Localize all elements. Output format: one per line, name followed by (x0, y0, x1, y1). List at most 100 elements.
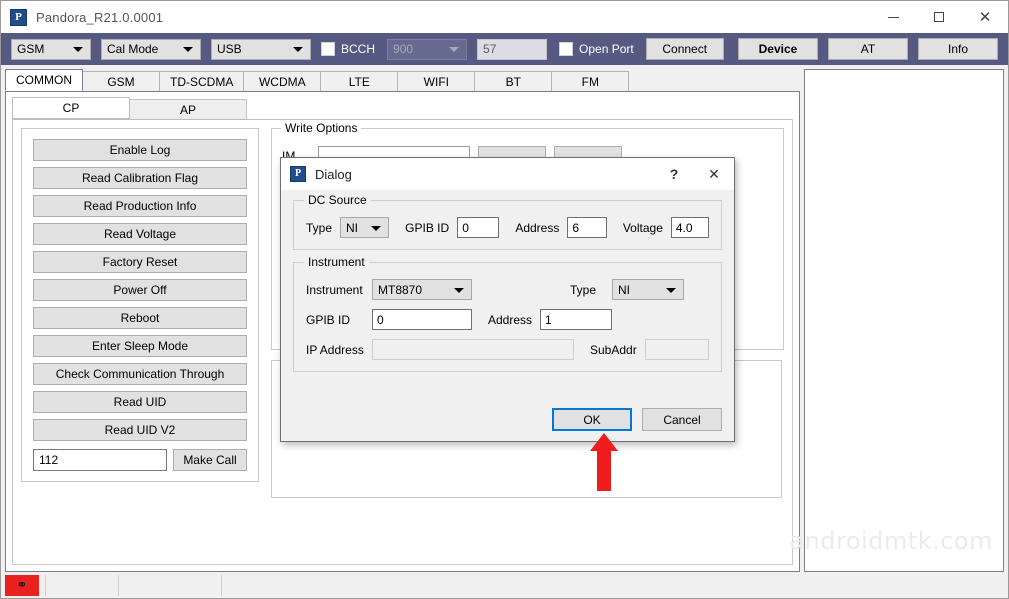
watermark: androidmtk.com (789, 527, 993, 555)
open-port-checkbox[interactable]: Open Port (559, 42, 634, 56)
ok-button[interactable]: OK (552, 408, 632, 431)
write-options-title: Write Options (281, 121, 361, 135)
tab-cp[interactable]: CP (12, 97, 130, 119)
instrument-subaddr-label: SubAddr (590, 343, 637, 357)
dc-source-fieldset: DC Source Type NI GPIB ID 0 Address 6 Vo… (293, 200, 722, 250)
instrument-type-combo[interactable]: NI (612, 279, 684, 300)
close-button[interactable]: ✕ (962, 1, 1008, 33)
toolbar-right-group: Device AT Info (738, 38, 998, 60)
dc-type-combo[interactable]: NI (340, 217, 389, 238)
tab-ap[interactable]: AP (129, 99, 247, 119)
dialog-title-buttons: ? ✕ (654, 158, 734, 190)
instrument-address-label: Address (488, 313, 532, 327)
window-controls: ✕ (870, 1, 1008, 33)
title-bar: P Pandora_R21.0.0001 ✕ (1, 1, 1008, 33)
enter-sleep-mode-button[interactable]: Enter Sleep Mode (33, 335, 247, 357)
dc-source-content: Type NI GPIB ID 0 Address 6 Voltage 4.0 (294, 201, 721, 249)
dialog-app-icon: P (290, 166, 306, 182)
channel-input[interactable]: 57 (477, 39, 547, 60)
channel-value: 57 (483, 42, 496, 56)
instrument-ip-label: IP Address (306, 343, 364, 357)
instrument-content: Instrument MT8870 Type NI GPIB ID (294, 263, 721, 371)
dc-type-value: NI (346, 221, 358, 235)
chevron-down-icon (293, 47, 303, 52)
maximize-icon (934, 12, 944, 22)
dialog-title: Dialog (315, 167, 352, 182)
bcch-label: BCCH (341, 42, 375, 56)
window-title: Pandora_R21.0.0001 (36, 10, 163, 25)
log-panel[interactable]: androidmtk.com (804, 69, 1004, 572)
instrument-ip-row: IP Address SubAddr (306, 339, 709, 360)
command-button-group: Enable Log Read Calibration Flag Read Pr… (21, 128, 259, 482)
tab-common[interactable]: COMMON (5, 69, 83, 91)
dc-voltage-input[interactable]: 4.0 (671, 217, 709, 238)
chevron-down-icon (371, 226, 381, 231)
sub-tabstrip: CP AP (12, 97, 793, 119)
at-button[interactable]: AT (828, 38, 908, 60)
dialog-button-row: OK Cancel (552, 408, 722, 431)
instrument-type-label: Type (570, 283, 596, 297)
bcch-checkbox[interactable]: BCCH (321, 42, 375, 56)
instrument-ip-input[interactable] (372, 339, 574, 360)
tab-lte[interactable]: LTE (320, 71, 398, 91)
app-icon: P (10, 9, 27, 26)
dialog-title-bar: P Dialog ? ✕ (281, 158, 734, 190)
tab-wifi[interactable]: WIFI (397, 71, 475, 91)
tab-bt[interactable]: BT (474, 71, 552, 91)
device-button[interactable]: Device (738, 38, 818, 60)
tab-gsm[interactable]: GSM (82, 71, 160, 91)
status-bar: ⚭ (1, 572, 1008, 598)
make-call-button[interactable]: Make Call (173, 449, 247, 471)
instrument-combo[interactable]: MT8870 (372, 279, 472, 300)
tab-wcdma[interactable]: WCDMA (243, 71, 321, 91)
dc-address-input[interactable]: 6 (567, 217, 606, 238)
port-combo[interactable]: USB (211, 39, 311, 60)
instrument-title: Instrument (304, 255, 369, 269)
instrument-label: Instrument (306, 283, 364, 297)
dialog-help-button[interactable]: ? (654, 158, 694, 190)
tab-td-scdma[interactable]: TD-SCDMA (159, 71, 244, 91)
read-calibration-flag-button[interactable]: Read Calibration Flag (33, 167, 247, 189)
dc-gpib-input[interactable]: 0 (457, 217, 499, 238)
factory-reset-button[interactable]: Factory Reset (33, 251, 247, 273)
call-number-input[interactable]: 112 (33, 449, 167, 471)
reboot-button[interactable]: Reboot (33, 307, 247, 329)
call-row: 112 Make Call (33, 449, 247, 471)
instrument-gpib-row: GPIB ID 0 Address 1 (306, 309, 709, 330)
dc-source-title: DC Source (304, 193, 371, 207)
read-uid-button[interactable]: Read UID (33, 391, 247, 413)
status-separator (118, 575, 119, 596)
read-production-info-button[interactable]: Read Production Info (33, 195, 247, 217)
dc-source-row: Type NI GPIB ID 0 Address 6 Voltage 4.0 (306, 217, 709, 238)
minimize-icon (888, 17, 899, 18)
tab-fm[interactable]: FM (551, 71, 629, 91)
enable-log-button[interactable]: Enable Log (33, 139, 247, 161)
dc-gpib-label: GPIB ID (405, 221, 449, 235)
instrument-fieldset: Instrument Instrument MT8870 Type NI (293, 262, 722, 372)
chevron-down-icon (449, 47, 459, 52)
status-cell-1 (52, 575, 112, 596)
network-type-combo[interactable]: GSM (11, 39, 91, 60)
minimize-button[interactable] (870, 1, 916, 33)
info-button[interactable]: Info (918, 38, 998, 60)
status-separator (221, 575, 222, 596)
dc-voltage-label: Voltage (623, 221, 663, 235)
check-communication-through-button[interactable]: Check Communication Through (33, 363, 247, 385)
read-uid-v2-button[interactable]: Read UID V2 (33, 419, 247, 441)
band-combo: 900 (387, 39, 467, 60)
connect-button[interactable]: Connect (646, 38, 724, 60)
instrument-subaddr-input[interactable] (645, 339, 709, 360)
open-port-label: Open Port (579, 42, 634, 56)
maximize-button[interactable] (916, 1, 962, 33)
cancel-button[interactable]: Cancel (642, 408, 722, 431)
power-off-button[interactable]: Power Off (33, 279, 247, 301)
instrument-type-value: NI (618, 283, 630, 297)
instrument-row: Instrument MT8870 Type NI (306, 279, 709, 300)
read-voltage-button[interactable]: Read Voltage (33, 223, 247, 245)
mode-combo[interactable]: Cal Mode (101, 39, 201, 60)
chevron-down-icon (73, 47, 83, 52)
instrument-dialog: P Dialog ? ✕ DC Source Type NI (280, 157, 735, 442)
instrument-gpib-input[interactable]: 0 (372, 309, 472, 330)
instrument-address-input[interactable]: 1 (540, 309, 612, 330)
dialog-close-button[interactable]: ✕ (694, 158, 734, 190)
